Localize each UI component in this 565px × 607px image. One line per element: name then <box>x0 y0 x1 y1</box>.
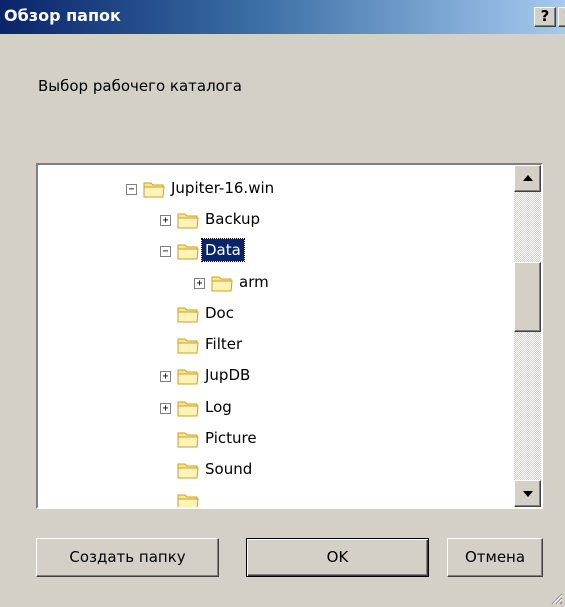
folder-icon <box>177 213 199 229</box>
scroll-down-button[interactable] <box>514 480 541 507</box>
new-folder-label: Создать папку <box>69 548 186 566</box>
tree-item-label: Filter <box>205 335 243 353</box>
tree-item[interactable]: + arm <box>38 269 508 299</box>
tree-item-label: Data <box>201 238 245 262</box>
help-button[interactable]: ? <box>534 7 556 27</box>
folder-icon <box>177 338 199 354</box>
tree-item-label: JupDB <box>205 366 251 384</box>
folder-icon <box>177 401 199 417</box>
folder-icon <box>177 494 199 507</box>
tree-item[interactable]: Doc <box>38 300 508 330</box>
folder-icon <box>177 369 199 385</box>
arrow-down-icon <box>523 491 533 497</box>
window-title: Обзор папок <box>4 6 121 25</box>
cancel-button[interactable]: Отмена <box>447 538 543 577</box>
scroll-thumb[interactable] <box>514 262 541 332</box>
tree-item-label: Backup <box>205 210 260 228</box>
tree-item-label: Picture <box>205 429 257 447</box>
tree-item-label: arm <box>239 273 269 291</box>
new-folder-button[interactable]: Создать папку <box>36 538 219 577</box>
expand-icon[interactable]: + <box>160 371 171 382</box>
arrow-up-icon <box>523 175 533 181</box>
tree-item[interactable]: Picture <box>38 425 508 455</box>
tree-item[interactable]: + Backup <box>38 206 508 236</box>
close-button[interactable]: × <box>558 7 565 27</box>
expand-icon[interactable]: + <box>160 215 171 226</box>
folder-icon <box>177 463 199 479</box>
tree-item[interactable]: Filter <box>38 331 508 361</box>
browse-folder-dialog: Обзор папок ? × Выбор рабочего каталога … <box>0 0 565 607</box>
folder-icon <box>143 182 165 198</box>
tree-item[interactable]: + JupDB <box>38 362 508 392</box>
collapse-icon[interactable]: − <box>126 184 137 195</box>
collapse-icon[interactable]: − <box>160 246 171 257</box>
dialog-prompt: Выбор рабочего каталога <box>38 77 242 95</box>
tree-item-label <box>202 489 208 493</box>
scroll-up-button[interactable] <box>514 165 541 192</box>
ok-button[interactable]: OK <box>246 538 429 577</box>
resize-grip-icon[interactable] <box>549 591 563 605</box>
folder-tree[interactable]: − Jupiter-16.win + Backup − Data + arm Doc Filter… <box>36 163 543 509</box>
vertical-scrollbar[interactable] <box>514 165 541 507</box>
tree-item[interactable] <box>38 487 508 507</box>
title-bar[interactable]: Обзор папок ? × <box>0 0 565 34</box>
tree-item[interactable]: − Jupiter-16.win <box>38 175 508 205</box>
folder-tree-list: − Jupiter-16.win + Backup − Data + arm Doc Filter… <box>38 165 514 507</box>
tree-item-label: Sound <box>205 460 253 478</box>
folder-icon <box>177 307 199 323</box>
folder-icon <box>211 276 233 292</box>
tree-item-label: Log <box>205 398 232 416</box>
ok-label: OK <box>326 548 349 566</box>
tree-item[interactable]: Sound <box>38 456 508 486</box>
folder-icon <box>177 244 199 260</box>
tree-item-label: Doc <box>205 304 234 322</box>
tree-item[interactable]: − Data <box>38 237 508 267</box>
cancel-label: Отмена <box>464 548 526 566</box>
expand-icon[interactable]: + <box>194 278 205 289</box>
tree-item-label: Jupiter-16.win <box>171 179 275 197</box>
expand-icon[interactable]: + <box>160 403 171 414</box>
tree-item[interactable]: + Log <box>38 394 508 424</box>
folder-icon <box>177 432 199 448</box>
